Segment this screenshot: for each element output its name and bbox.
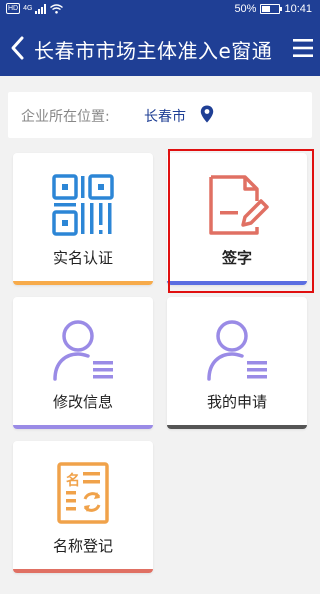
svg-text:名: 名 — [66, 472, 80, 489]
chevron-left-icon[interactable] — [6, 34, 28, 62]
qr-code-icon — [52, 174, 114, 236]
user-list-icon — [207, 320, 267, 381]
hamburger-menu-icon[interactable] — [292, 37, 314, 59]
hd-badge: HD — [6, 3, 21, 14]
signal-icon — [35, 3, 47, 14]
service-label: 修改信息 — [52, 393, 113, 411]
service-card-real-name[interactable]: 实名认证 — [13, 153, 153, 285]
service-label: 我的申请 — [206, 393, 267, 411]
service-card-name-registration[interactable]: 名 名称登记 — [13, 441, 153, 573]
page-title: 长春市市场主体准入e窗通 — [34, 39, 273, 63]
card-accent-bar — [13, 281, 153, 285]
name-register-icon: 名 — [57, 462, 109, 524]
service-card-my-applications[interactable]: 我的申请 — [167, 297, 307, 429]
card-accent-bar — [167, 425, 307, 429]
card-accent-bar — [13, 425, 153, 429]
service-label: 实名认证 — [52, 249, 113, 267]
battery-icon — [260, 4, 283, 14]
location-label: 企业所在位置: — [21, 109, 110, 125]
user-list-icon — [53, 320, 113, 381]
wifi-icon — [50, 3, 64, 14]
clock: 10:41 — [284, 3, 312, 15]
battery-percent: 50% — [234, 3, 257, 15]
signal-label: 4G — [23, 5, 33, 12]
location-city[interactable]: 长春市 — [144, 106, 186, 126]
selection-highlight — [168, 149, 314, 293]
card-accent-bar — [13, 569, 153, 573]
location-pin-icon[interactable] — [200, 105, 214, 123]
service-card-modify-info[interactable]: 修改信息 — [13, 297, 153, 429]
status-bar: HD 4G 50% 10:41 — [0, 0, 320, 20]
title-bar: 长春市市场主体准入e窗通 — [0, 20, 320, 76]
location-row[interactable]: 企业所在位置: 长春市 — [8, 92, 312, 138]
service-label: 名称登记 — [52, 537, 113, 555]
